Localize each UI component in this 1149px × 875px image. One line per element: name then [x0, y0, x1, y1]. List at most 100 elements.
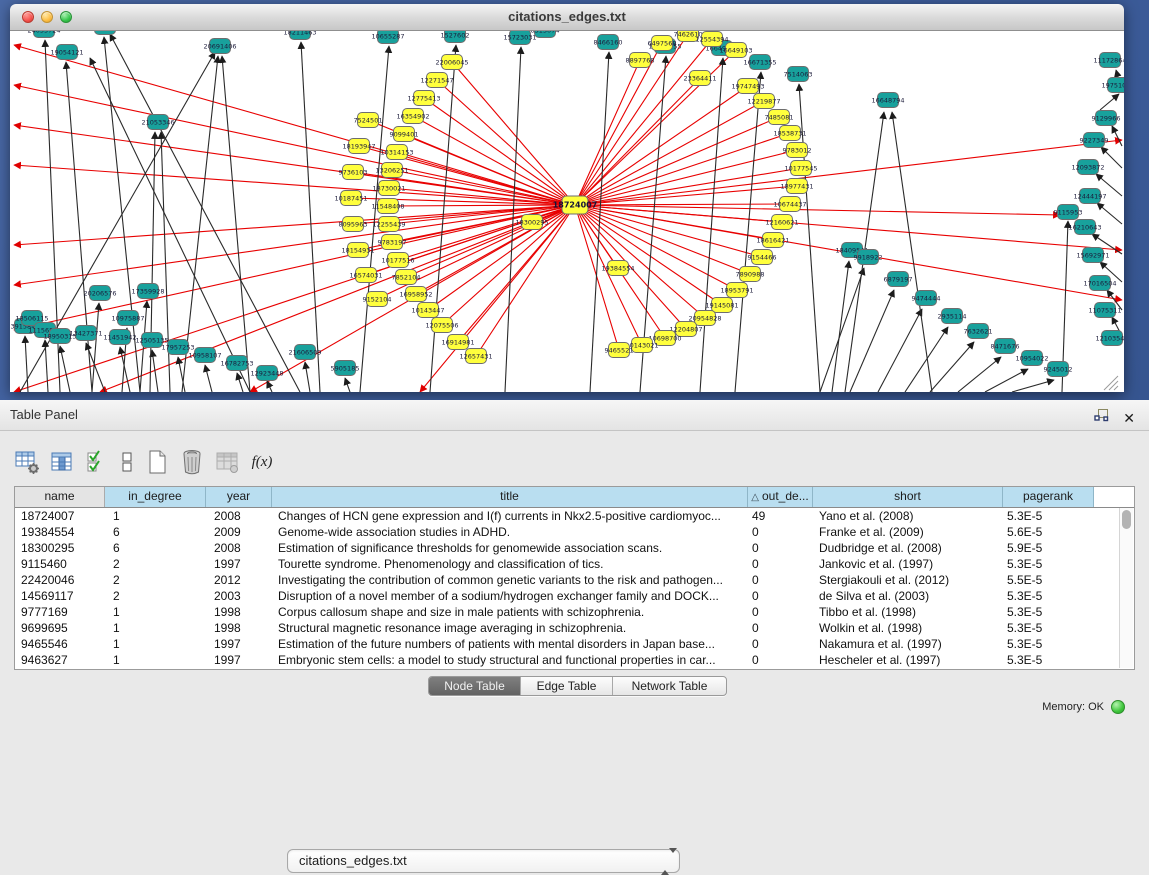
scrollbar-thumb[interactable] [1122, 510, 1131, 529]
function-builder-button[interactable]: f(x) [249, 448, 275, 476]
float-panel-icon[interactable] [1094, 408, 1109, 427]
table-cell: 18300295 [15, 540, 105, 556]
graph-node-label: 18193947 [342, 142, 375, 150]
graph-node-label: 10187451 [334, 194, 367, 202]
table-settings-button[interactable] [14, 448, 40, 476]
table-row[interactable]: 977716911998Corpus callosum shape and si… [15, 604, 1134, 620]
table-cell: 2003 [206, 588, 272, 604]
tab-network-table[interactable]: Network Table [613, 677, 726, 695]
delete-column-button[interactable] [179, 448, 205, 476]
table-cell: Tourette syndrome. Phenomenology and cla… [272, 556, 748, 572]
tab-node-table[interactable]: Node Table [429, 677, 521, 695]
table-row[interactable]: 1872400712008Changes of HCN gene express… [15, 508, 1134, 524]
status-bar: Memory: OK [1042, 700, 1125, 714]
graph-node-label: 9099401 [390, 130, 419, 138]
table-cell: 9463627 [15, 652, 105, 668]
graph-node-label: 18506115 [15, 314, 48, 322]
create-column-button[interactable] [144, 448, 170, 476]
table-cell: 0 [748, 588, 813, 604]
close-panel-icon[interactable]: ✕ [1123, 411, 1135, 425]
tab-edge-table[interactable]: Edge Table [521, 677, 613, 695]
graph-node-label: 19384554 [601, 264, 634, 272]
memory-ok-indicator[interactable] [1111, 700, 1125, 714]
graph-edge [575, 204, 790, 205]
table-cell: 0 [748, 572, 813, 588]
table-row[interactable]: 946362711997Embryonic stem cells: a mode… [15, 652, 1134, 668]
table-cell: Embryonic stem cells: a model to study s… [272, 652, 748, 668]
graph-edge [575, 205, 722, 305]
citation-network-graph[interactable]: 2405572419054121205334812069140618211463… [10, 31, 1124, 392]
column-header-pagerank[interactable]: pagerank [1003, 487, 1094, 507]
graph-node-label: 9474444 [912, 294, 941, 302]
graph-node-label: 16958952 [399, 290, 432, 298]
network-view-window: citations_edges.txt 24055724190541212053… [10, 4, 1124, 392]
graph-node-label: 10143447 [411, 306, 444, 314]
table-row[interactable]: 911546021997Tourette syndrome. Phenomeno… [15, 556, 1134, 572]
table-cell: Estimation of significance thresholds fo… [272, 540, 748, 556]
graph-node-label: 9783197 [378, 238, 407, 246]
table-cell: 5.3E-5 [1003, 652, 1094, 668]
graph-edge [267, 381, 272, 392]
table-cell: 1997 [206, 636, 272, 652]
graph-edge [345, 378, 350, 392]
graph-edge [832, 261, 849, 392]
table-cell: 22420046 [15, 572, 105, 588]
window-resize-grip[interactable] [1104, 376, 1118, 390]
table-row[interactable]: 2242004622012Investigating the contribut… [15, 572, 1134, 588]
table-cell: 5.6E-5 [1003, 524, 1094, 540]
column-header-out_de[interactable]: △out_de... [748, 487, 813, 507]
column-header-year[interactable]: year [206, 487, 272, 507]
graph-node-label: 24055724 [27, 31, 60, 34]
graph-node-label: 21606509 [288, 348, 321, 356]
table-select-dropdown[interactable]: citations_edges.txt [287, 849, 680, 873]
graph-node-label: 5905185 [331, 364, 360, 372]
table-cell: 2012 [206, 572, 272, 588]
table-cell: Franke et al. (2009) [813, 524, 1003, 540]
table-cell: 5.3E-5 [1003, 604, 1094, 620]
graph-node-label: 18730021 [372, 184, 405, 192]
table-row[interactable]: 1456911722003Disruption of a novel membe… [15, 588, 1134, 604]
table-vertical-scrollbar[interactable] [1119, 508, 1133, 668]
graph-node-label: 15692971 [1076, 251, 1109, 259]
graph-edge [735, 72, 761, 392]
graph-edge [575, 117, 779, 205]
table-row[interactable]: 1830029562008Estimation of significance … [15, 540, 1134, 556]
graph-node-label: 10958107 [188, 351, 221, 359]
table-cell: 49 [748, 508, 813, 524]
network-canvas[interactable]: 2405572419054121205334812069140618211463… [10, 31, 1124, 392]
graph-node-label: 18211463 [283, 31, 316, 36]
table-cell: Dudbridge et al. (2008) [813, 540, 1003, 556]
graph-node[interactable] [95, 31, 116, 35]
table-row[interactable]: 946554611997Estimation of the future num… [15, 636, 1134, 652]
table-cell: Stergiakouli et al. (2012) [813, 572, 1003, 588]
graph-node-label: 9736103 [339, 168, 368, 176]
show-hide-columns-button[interactable] [84, 448, 110, 476]
column-header-short[interactable]: short [813, 487, 1003, 507]
column-header-in_degree[interactable]: in_degree [105, 487, 206, 507]
graph-edge [575, 205, 642, 345]
row-height-button[interactable] [119, 448, 135, 476]
table-cell: 1997 [206, 556, 272, 572]
graph-edge [66, 62, 92, 392]
graph-node-label: 10655287 [371, 32, 404, 40]
column-header-name[interactable]: name [15, 487, 105, 507]
graph-edge [60, 346, 70, 392]
select-column-button[interactable] [49, 448, 75, 476]
graph-edge [575, 205, 619, 350]
graph-node-label: 9227349 [1080, 136, 1109, 144]
graph-node-label: 10975887 [111, 314, 144, 322]
table-cell: 0 [748, 540, 813, 556]
table-row[interactable]: 1938455462009Genome-wide association stu… [15, 524, 1134, 540]
network-window-titlebar[interactable]: citations_edges.txt [10, 4, 1124, 31]
graph-node-label: 10177545 [784, 164, 817, 172]
table-cell: 9465546 [15, 636, 105, 652]
graph-edge [388, 205, 575, 206]
graph-node-label: 12075506 [425, 321, 458, 329]
graph-edge [700, 58, 723, 392]
table-cell: 0 [748, 604, 813, 620]
graph-node-label: 6879197 [884, 275, 913, 283]
graph-node-label: 2935114 [938, 312, 967, 320]
graph-node-label: 16648794 [871, 96, 904, 104]
column-header-title[interactable]: title [272, 487, 748, 507]
table-row[interactable]: 969969511998Structural magnetic resonanc… [15, 620, 1134, 636]
